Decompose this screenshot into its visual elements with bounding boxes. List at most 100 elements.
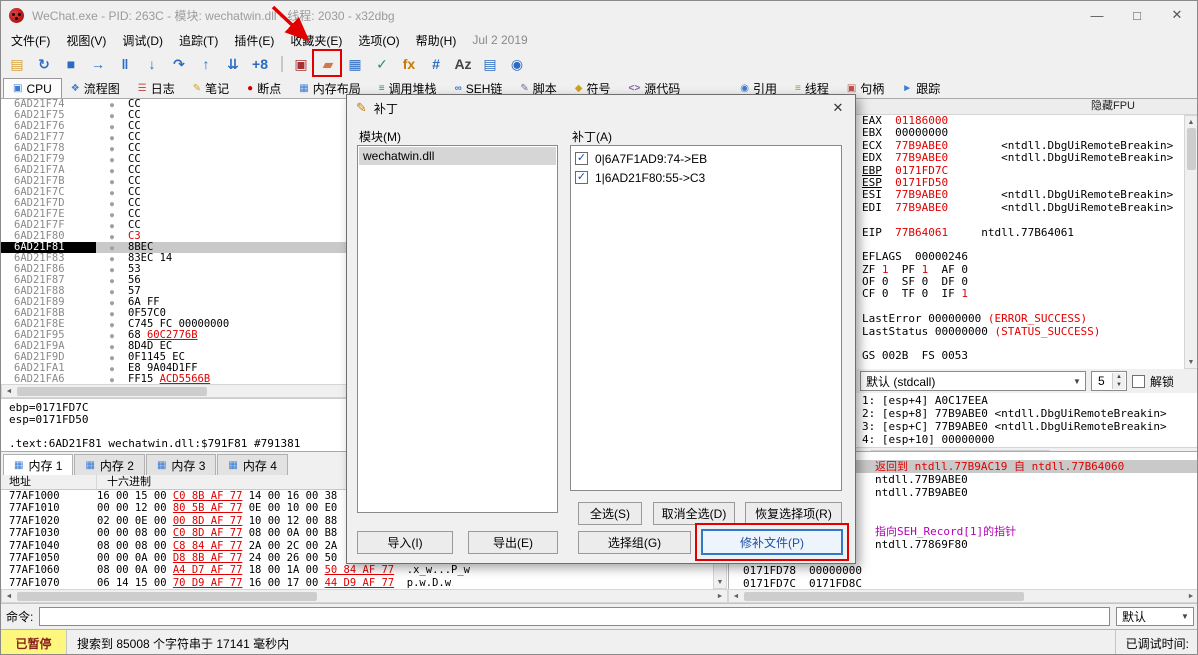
breakpoint-dot-icon[interactable] bbox=[96, 198, 128, 209]
menu-item[interactable]: 视图(V) bbox=[58, 30, 114, 51]
calling-convention-dropdown[interactable]: 默认 (stdcall) bbox=[860, 371, 1086, 391]
execute-till-return-icon[interactable]: ↑ bbox=[194, 53, 218, 75]
restore-selection-button[interactable]: 恢复选择项(R) bbox=[745, 502, 842, 525]
notes-icon[interactable]: ▤ bbox=[478, 53, 502, 75]
stop-icon[interactable]: ■ bbox=[59, 53, 83, 75]
menu-item[interactable]: 追踪(T) bbox=[171, 30, 226, 51]
checkbox-checked-icon[interactable] bbox=[575, 152, 588, 165]
breakpoint-dot-icon[interactable] bbox=[96, 154, 128, 165]
menu-item[interactable]: 帮助(H) bbox=[408, 30, 465, 51]
fx-icon[interactable]: fx bbox=[397, 53, 421, 75]
plugin-icon[interactable]: ▣ bbox=[289, 53, 313, 75]
breakpoint-dot-icon[interactable] bbox=[96, 187, 128, 198]
breakpoint-dot-icon[interactable] bbox=[96, 209, 128, 220]
select-group-button[interactable]: 选择组(G) bbox=[578, 531, 691, 554]
unlock-checkbox[interactable] bbox=[1132, 374, 1145, 388]
hash-icon[interactable]: # bbox=[424, 53, 448, 75]
dump-tab[interactable]: ▦ 内存 4 bbox=[217, 454, 288, 475]
breakpoint-dot-icon[interactable] bbox=[96, 374, 128, 384]
register-line[interactable]: GS 002B FS 0053 bbox=[855, 350, 1197, 362]
scroll-right-icon[interactable] bbox=[713, 590, 727, 602]
maximize-button[interactable]: □ bbox=[1117, 1, 1157, 29]
breakpoint-dot-icon[interactable] bbox=[96, 231, 128, 242]
dump-header-address[interactable]: 地址 bbox=[1, 475, 97, 489]
tab-graph[interactable]: ❖ 流程图 bbox=[62, 78, 129, 98]
skip-next-icon[interactable]: ⇊ bbox=[221, 53, 245, 75]
breakpoint-dot-icon[interactable] bbox=[96, 352, 128, 363]
open-file-icon[interactable]: ▤ bbox=[5, 53, 29, 75]
stack-hscrollbar[interactable] bbox=[728, 589, 1197, 603]
select-all-button[interactable]: 全选(S) bbox=[578, 502, 642, 525]
dump-row[interactable]: 77AF1060 08 00 0A 00 A4 D7 AF 77 18 00 1… bbox=[1, 564, 728, 576]
breakpoint-dot-icon[interactable] bbox=[96, 308, 128, 319]
scroll-thumb[interactable] bbox=[1186, 128, 1196, 170]
patch-item[interactable]: 1|6AD21F80:55->C3 bbox=[575, 168, 841, 187]
module-item[interactable]: wechatwin.dll bbox=[359, 147, 556, 165]
scroll-left-icon[interactable] bbox=[2, 590, 16, 602]
checkbox-checked-icon[interactable] bbox=[575, 171, 588, 184]
argument-row[interactable]: 2: [esp+8] 77B9ABE0 <ntdll.DbgUiRemoteBr… bbox=[862, 407, 1197, 420]
breakpoint-dot-icon[interactable] bbox=[96, 297, 128, 308]
pause-icon[interactable]: ‖ bbox=[113, 53, 137, 75]
scroll-left-icon[interactable] bbox=[2, 385, 16, 397]
breakpoint-dot-icon[interactable] bbox=[96, 319, 128, 330]
hide-fpu-button[interactable]: 隐藏FPU bbox=[855, 99, 1197, 115]
argument-row[interactable]: 1: [esp+4] A0C17EEA bbox=[862, 394, 1197, 407]
breakpoint-dot-icon[interactable] bbox=[96, 165, 128, 176]
breakpoint-dot-icon[interactable] bbox=[96, 363, 128, 374]
dump-tab[interactable]: ▦ 内存 1 bbox=[3, 454, 74, 475]
breakpoint-dot-icon[interactable] bbox=[96, 132, 128, 143]
breakpoint-dot-icon[interactable] bbox=[96, 176, 128, 187]
scroll-left-icon[interactable] bbox=[729, 590, 743, 602]
scroll-up-icon[interactable] bbox=[1184, 116, 1197, 128]
spinner-up-icon[interactable] bbox=[1113, 373, 1125, 381]
toolbar-separator[interactable] bbox=[281, 56, 283, 72]
chevron-down-icon[interactable] bbox=[1069, 377, 1085, 386]
scroll-thumb[interactable] bbox=[17, 591, 317, 601]
dump-row[interactable]: 77AF1070 06 14 15 00 70 D9 AF 77 16 00 1… bbox=[1, 577, 728, 589]
scroll-right-icon[interactable] bbox=[1184, 590, 1197, 602]
patch-item[interactable]: 0|6A7F1AD9:74->EB bbox=[575, 149, 841, 168]
trace-into-icon[interactable]: +8 bbox=[248, 53, 272, 75]
scroll-down-icon[interactable] bbox=[1184, 356, 1197, 368]
patch-list[interactable]: 0|6A7F1AD9:74->EB 1|6AD21F80:55->C3 bbox=[570, 145, 842, 491]
command-mode-dropdown[interactable]: 默认 bbox=[1116, 607, 1194, 626]
breakpoint-dot-icon[interactable] bbox=[96, 99, 128, 110]
az-icon[interactable]: Az bbox=[451, 53, 475, 75]
breakpoint-dot-icon[interactable] bbox=[96, 220, 128, 231]
breakpoint-dot-icon[interactable] bbox=[96, 275, 128, 286]
step-over-icon[interactable]: ↷ bbox=[167, 53, 191, 75]
argument-row[interactable]: 3: [esp+C] 77B9ABE0 <ntdll.DbgUiRemoteBr… bbox=[862, 420, 1197, 433]
argument-count-spinner[interactable]: 5 bbox=[1091, 371, 1127, 391]
run-icon[interactable]: → bbox=[86, 53, 110, 75]
register-line[interactable]: CF 0 TF 0 IF 1 bbox=[855, 288, 1197, 300]
tab-trace[interactable]: ► 跟踪 bbox=[893, 78, 949, 98]
dump-tab[interactable]: ▦ 内存 2 bbox=[74, 454, 145, 475]
breakpoint-dot-icon[interactable] bbox=[96, 286, 128, 297]
breakpoint-dot-icon[interactable] bbox=[96, 242, 128, 253]
dump-hscrollbar[interactable] bbox=[1, 589, 728, 603]
chevron-down-icon[interactable] bbox=[1177, 612, 1193, 621]
patch-file-button[interactable]: 修补文件(P) bbox=[701, 529, 843, 555]
globe-icon[interactable]: ◉ bbox=[505, 53, 529, 75]
scroll-thumb[interactable] bbox=[17, 386, 207, 396]
menu-item[interactable]: 文件(F) bbox=[3, 30, 58, 51]
close-button[interactable]: ✕ bbox=[1157, 1, 1197, 29]
menu-item[interactable]: 选项(O) bbox=[350, 30, 407, 51]
check-icon[interactable]: ✓ bbox=[370, 53, 394, 75]
window-layout-icon[interactable]: ▦ bbox=[343, 53, 367, 75]
breakpoint-dot-icon[interactable] bbox=[96, 110, 128, 121]
restart-icon[interactable]: ↻ bbox=[32, 53, 56, 75]
breakpoint-dot-icon[interactable] bbox=[96, 264, 128, 275]
register-line[interactable]: EIP 77B64061 ntdll.77B64061 bbox=[855, 226, 1197, 239]
menu-item[interactable]: 调试(D) bbox=[114, 30, 171, 51]
stack-row[interactable]: 0171FD78 00000000 bbox=[729, 564, 1197, 577]
scroll-down-icon[interactable] bbox=[713, 576, 727, 588]
tab-notes[interactable]: ✎ 笔记 bbox=[184, 78, 238, 98]
dump-header-hex[interactable]: 十六进制 bbox=[97, 475, 151, 489]
breakpoint-dot-icon[interactable] bbox=[96, 253, 128, 264]
register-line[interactable]: LastStatus 00000000 (STATUS_SUCCESS) bbox=[855, 325, 1197, 338]
command-input[interactable] bbox=[39, 607, 1110, 626]
tab-breakpoints[interactable]: ● 断点 bbox=[238, 78, 290, 98]
tab-log[interactable]: ☰ 日志 bbox=[129, 78, 184, 98]
